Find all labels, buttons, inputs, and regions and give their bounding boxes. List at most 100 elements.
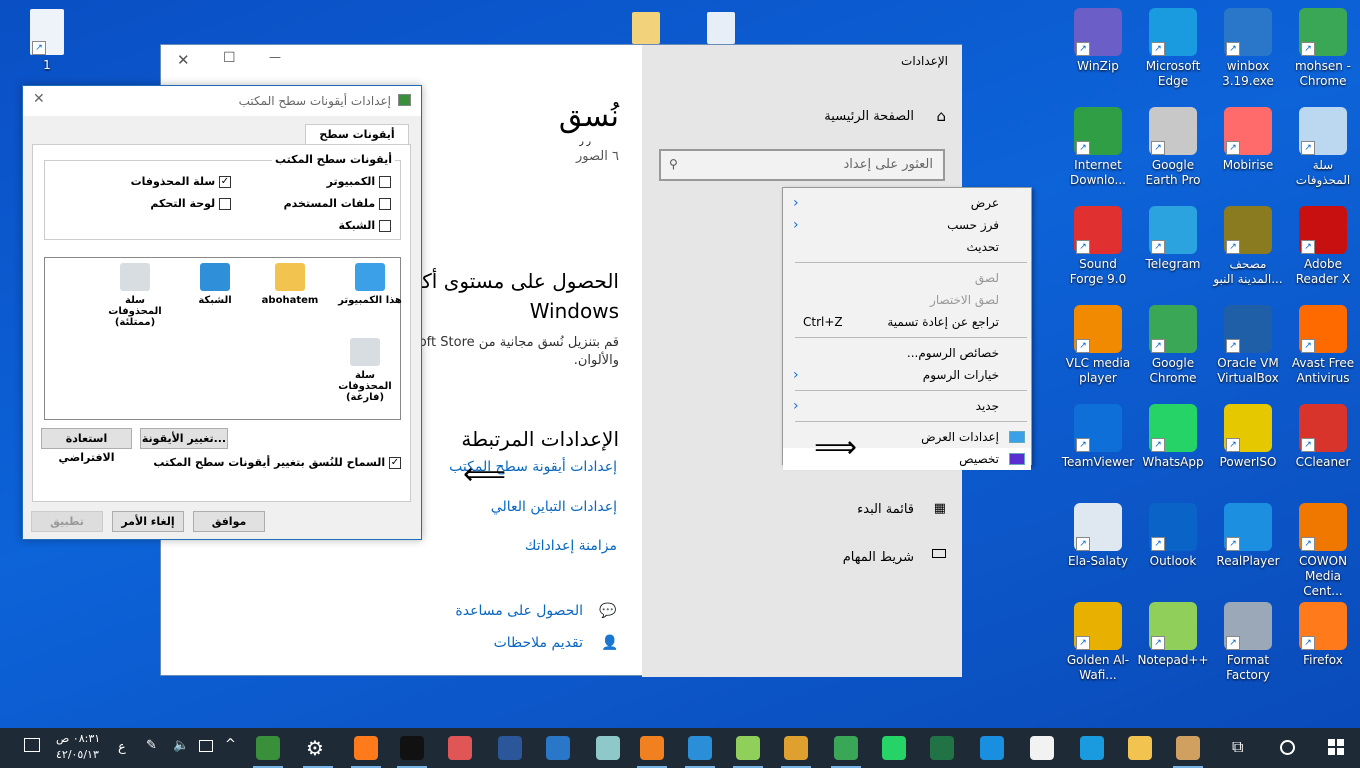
desktop-icon[interactable]: ↗ TeamViewer — [1061, 400, 1135, 470]
checkbox-user-files[interactable]: ملفات المستخدم — [284, 197, 391, 210]
clock-date[interactable]: ٤٢/٠٥/١٣ — [56, 748, 99, 761]
icon-preview-list[interactable]: هذا الكمبيوتر abohatem الشبكة سلة المحذوفات… — [44, 257, 402, 420]
desktop-icon[interactable]: ↗ Firefox — [1286, 598, 1360, 668]
menu-item[interactable]: فرز حسب ‹ — [783, 214, 1031, 236]
desktop-icon[interactable]: ↗ RealPlayer — [1211, 499, 1285, 569]
menu-item[interactable]: تراجع عن إعادة تسمية Ctrl+Z — [783, 311, 1031, 333]
nav-home[interactable]: الصفحة الرئيسية — [824, 109, 914, 124]
restore-default-button[interactable]: استعادة الافتراضي — [41, 428, 132, 464]
desktop-icon-1[interactable]: ↗ 1 — [10, 5, 84, 73]
menu-item[interactable]: خيارات الرسوم ‹ — [783, 364, 1031, 386]
desktop-icon[interactable]: ↗ مصحف المدينة النبو... — [1211, 202, 1285, 287]
checkbox-checked[interactable]: ✓ — [389, 457, 401, 469]
taskbar-mobirise-icon[interactable] — [448, 736, 472, 760]
taskbar-chrome-profile-icon[interactable] — [784, 736, 808, 760]
close-button[interactable]: ✕ — [177, 51, 190, 69]
desktop-icon[interactable]: ↗ PowerISO — [1211, 400, 1285, 470]
dialog-close-button[interactable]: ✕ — [33, 91, 45, 107]
menu-item[interactable]: عرض ‹ — [783, 192, 1031, 214]
checkbox-recycle-bin[interactable]: ✓ سلة المحذوفات — [131, 175, 231, 188]
taskbar-mail-icon[interactable] — [980, 736, 1004, 760]
taskbar-excel-icon[interactable] — [930, 736, 954, 760]
desktop-icon[interactable]: ↗ CCleaner — [1286, 400, 1360, 470]
menu-item[interactable]: لصق — [783, 267, 1031, 289]
feedback-link[interactable]: تقديم ملاحظات — [494, 635, 583, 651]
desktop-icon[interactable]: ↗ WinZip — [1061, 4, 1135, 74]
clock-time[interactable]: ٠٨:٣١ ص — [56, 732, 100, 745]
taskbar-store-icon[interactable] — [1030, 736, 1054, 760]
checkbox[interactable] — [219, 198, 231, 210]
checkbox[interactable] — [379, 220, 391, 232]
desktop-icon[interactable]: ↗ Microsoft Edge — [1136, 4, 1210, 89]
desktop-icon[interactable]: ↗ mohsen - Chrome — [1286, 4, 1360, 89]
checkbox[interactable] — [379, 198, 391, 210]
high-contrast-link[interactable]: إعدادات التباين العالي — [491, 499, 617, 515]
checkbox[interactable] — [379, 176, 391, 188]
cancel-button[interactable]: إلغاء الأمر — [112, 511, 184, 532]
taskbar-word-icon[interactable] — [498, 736, 522, 760]
desktop-icon[interactable]: ↗ Mobirise — [1211, 103, 1285, 173]
checkbox-control-panel[interactable]: لوحة التحكم — [150, 197, 231, 210]
taskbar-media-player-icon[interactable] — [640, 736, 664, 760]
taskbar-edge-icon[interactable] — [1080, 736, 1104, 760]
taskbar-chrome-icon[interactable] — [834, 736, 858, 760]
desktop-icon[interactable]: ↗ Outlook — [1136, 499, 1210, 569]
chevron-up-icon[interactable]: ^ — [225, 737, 236, 752]
desktop-icon[interactable]: ↗ Format Factory — [1211, 598, 1285, 683]
tab-desktop-icons[interactable]: أيقونات سطح المكتب — [305, 124, 409, 161]
desktop-icon[interactable]: ↗ Internet Downlo... — [1061, 103, 1135, 188]
desktop-icon[interactable]: ↗ Ela-Salaty — [1061, 499, 1135, 569]
network-icon[interactable] — [199, 740, 213, 752]
sync-settings-link[interactable]: مزامنة إعداداتك — [525, 538, 617, 554]
desktop-icon[interactable]: ↗ VLC media player — [1061, 301, 1135, 386]
taskbar-whatsapp-icon[interactable] — [882, 736, 906, 760]
desktop-icon[interactable]: ↗ Notepad++ — [1136, 598, 1210, 668]
language-indicator[interactable]: ع — [118, 740, 126, 755]
nav-taskbar[interactable]: شريط المهام — [843, 550, 914, 565]
menu-item[interactable]: خصائص الرسوم... — [783, 342, 1031, 364]
preview-icon[interactable]: abohatem — [255, 263, 325, 306]
desktop-icon[interactable]: ↗ Google Chrome — [1136, 301, 1210, 386]
cortana-icon[interactable] — [1280, 740, 1295, 755]
get-help-link[interactable]: الحصول على مساعدة — [455, 603, 583, 619]
desktop-icon[interactable]: ↗ Adobe Reader X — [1286, 202, 1360, 287]
taskbar-paint-icon[interactable] — [1176, 736, 1200, 760]
desktop-icon[interactable]: ↗ Golden Al-Wafi... — [1061, 598, 1135, 683]
taskbar-file-explorer-icon[interactable] — [1128, 736, 1152, 760]
checkbox-computer[interactable]: الكمبيوتر — [327, 175, 391, 188]
search-input[interactable]: ⚲ العثور على إعداد — [659, 149, 945, 181]
desktop-icon[interactable]: ↗ COWON Media Cent... — [1286, 499, 1360, 599]
start-button[interactable] — [1328, 739, 1344, 755]
taskbar-notepad-icon[interactable] — [596, 736, 620, 760]
checkbox-checked[interactable]: ✓ — [219, 176, 231, 188]
desktop-icon[interactable]: ↗ Google Earth Pro — [1136, 103, 1210, 188]
task-view-icon[interactable]: ⧉ — [1232, 737, 1243, 757]
desktop-icon[interactable]: ↗ Oracle VM VirtualBox — [1211, 301, 1285, 386]
preview-icon[interactable]: هذا الكمبيوتر — [335, 263, 405, 306]
folder-icon[interactable] — [632, 12, 660, 44]
preview-icon[interactable]: الشبكة — [180, 263, 250, 306]
taskbar-notepad-plus-icon[interactable] — [736, 736, 760, 760]
taskbar-display-settings-icon[interactable] — [256, 736, 280, 760]
desktop-icon[interactable]: ↗ winbox 3.19.exe — [1211, 4, 1285, 89]
nav-start[interactable]: قائمة البدء — [857, 502, 914, 517]
change-icon-button[interactable]: تغيير الأيقونة... — [140, 428, 228, 449]
desktop-icon[interactable]: ↗ WhatsApp — [1136, 400, 1210, 470]
taskbar-firefox-icon[interactable] — [354, 736, 378, 760]
shortcut-icon[interactable] — [707, 12, 735, 44]
preview-icon[interactable]: سلة المحذوفات (فارغة) — [330, 338, 400, 403]
desktop-icon[interactable]: ↗ Avast Free Antivirus — [1286, 301, 1360, 386]
desktop-icon[interactable]: ↗ Telegram — [1136, 202, 1210, 272]
desktop-icon[interactable]: ↗ Sound Forge 9.0 — [1061, 202, 1135, 287]
menu-item[interactable]: جديد ‹ — [783, 395, 1031, 417]
maximize-button[interactable]: ☐ — [223, 50, 236, 66]
taskbar-settings-icon[interactable]: ⚙ — [306, 736, 330, 760]
preview-icon[interactable]: سلة المحذوفات (ممتلئة) — [100, 263, 170, 328]
menu-item[interactable]: تحديث — [783, 236, 1031, 258]
notification-icon[interactable] — [24, 738, 40, 752]
allow-themes-checkbox[interactable]: ✓ السماح للنُسق بتغيير أيقونات سطح المكت… — [153, 456, 401, 469]
ok-button[interactable]: موافق — [193, 511, 265, 532]
taskbar-speedtest-icon[interactable] — [400, 736, 424, 760]
desktop-icon[interactable]: ↗ سلة المحذوفات — [1286, 103, 1360, 188]
apply-button[interactable]: تطبيق — [31, 511, 103, 532]
